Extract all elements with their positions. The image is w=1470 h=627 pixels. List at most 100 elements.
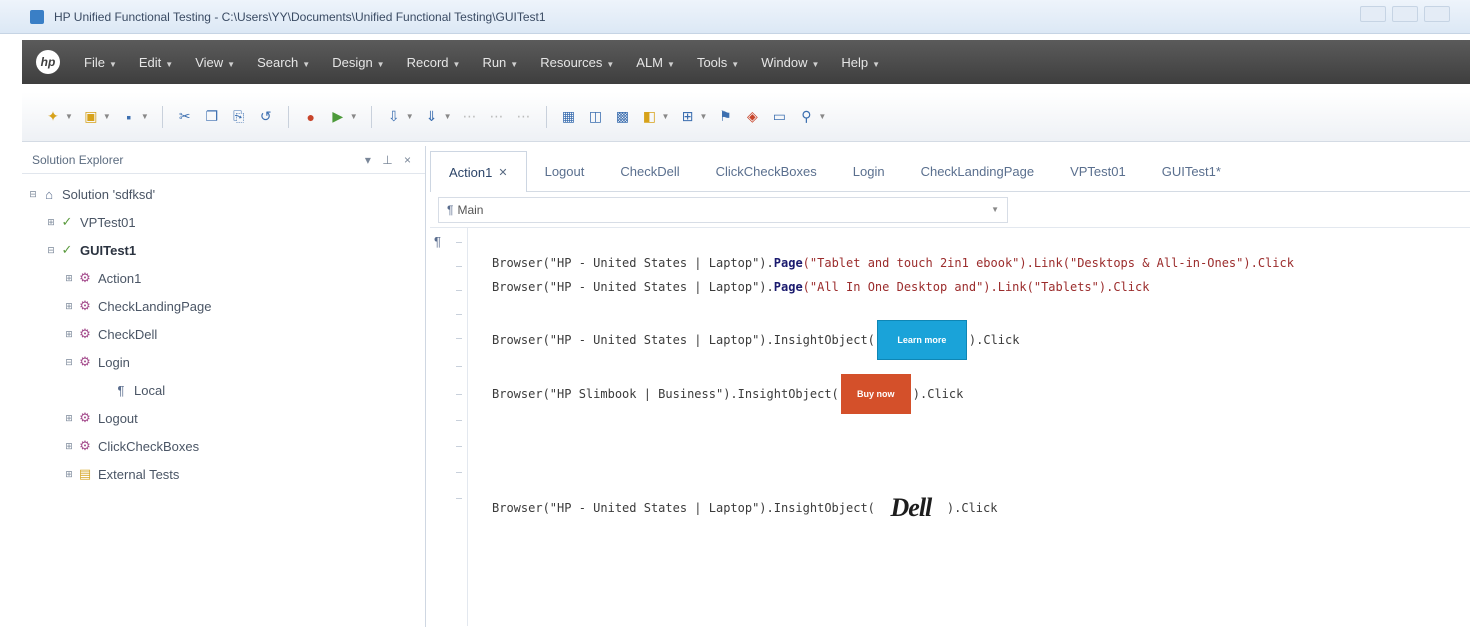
explorer-controls[interactable]: ▾ ⊥ × [365,153,415,167]
tab-clickcheckboxes[interactable]: ClickCheckBoxes [698,151,835,191]
tree-node-login[interactable]: ⊟ ⚙ Login [22,348,425,376]
output-value-icon[interactable]: ◧ [641,108,659,126]
active-screen-icon[interactable]: ◈ [743,108,761,126]
chevron-down-icon[interactable]: ▼ [65,112,73,121]
zoom-icon[interactable]: ⚲ [797,108,815,126]
cut-icon[interactable]: ✂ [176,108,194,126]
menu-file[interactable]: File ▼ [84,55,117,70]
step-over-icon[interactable]: ⇓ [423,108,441,126]
breakpoint-icon[interactable]: ⋯ [461,108,479,126]
menu-run[interactable]: Run ▼ [482,55,518,70]
collapse-icon[interactable]: ⊟ [26,189,40,200]
tab-label: Login [852,163,885,179]
tree-node-clickcheckboxes[interactable]: ⊞ ⚙ ClickCheckBoxes [22,432,425,460]
copy-icon[interactable]: ❐ [203,108,221,126]
code-editor[interactable]: ¶ Browser("HP - United States | Laptop")… [430,228,1470,626]
chevron-down-icon: ▼ [991,205,999,214]
close-window-button[interactable] [1424,6,1450,22]
menu-tools[interactable]: Tools ▼ [697,55,739,70]
tab-login[interactable]: Login [835,151,903,191]
tab-checklandingpage[interactable]: CheckLandingPage [903,151,1052,191]
open-folder-icon[interactable]: ▣ [82,108,100,126]
expand-icon[interactable]: ⊞ [62,469,76,480]
tree-node-logout[interactable]: ⊞ ⚙ Logout [22,404,425,432]
code-line-4[interactable]: Browser("HP Slimbook | Business").Insigh… [492,374,963,414]
chevron-down-icon[interactable]: ▼ [662,112,670,121]
minimize-button[interactable] [1360,6,1386,22]
record-icon[interactable]: ● [302,108,320,126]
chevron-down-icon[interactable]: ▼ [141,112,149,121]
code-text: Browser("HP - United States | Laptop"). [492,256,774,270]
menu-bar: hp File ▼ Edit ▼ View ▼ Search ▼ Design ▼ Rec… [22,40,1470,84]
tree-node-action1[interactable]: ⊞ ⚙ Action1 [22,264,425,292]
menu-view[interactable]: View ▼ [195,55,235,70]
chevron-down-icon: ▼ [302,59,311,69]
code-text: ).Click [968,333,1020,347]
tree-node-local[interactable]: ¶ Local [22,376,425,404]
tree-node-guitest1[interactable]: ⊟ ✓ GUITest1 [22,236,425,264]
tree-node-solution[interactable]: ⊟ ⌂ Solution 'sdfksd' [22,180,425,208]
chevron-down-icon[interactable]: ▼ [103,112,111,121]
chevron-down-icon: ▼ [606,59,615,69]
code-line-5[interactable]: Browser("HP - United States | Laptop").I… [492,488,997,528]
chevron-down-icon[interactable]: ▼ [444,112,452,121]
debug-icon[interactable]: ⋯ [488,108,506,126]
expand-icon[interactable]: ⊞ [62,329,76,340]
insight-image-learn-more[interactable]: Learn more [876,320,967,360]
document-icon[interactable]: ▭ [770,108,788,126]
debug-options-icon[interactable]: ⋯ [515,108,533,126]
tab-checkdell[interactable]: CheckDell [602,151,697,191]
insight-image-buy-now[interactable]: Buy now [840,374,911,414]
save-icon[interactable]: ▪ [120,108,138,126]
expand-icon[interactable]: ⊞ [62,413,76,424]
line-gutter: ¶ [430,228,468,626]
new-icon[interactable]: ✦ [44,108,62,126]
run-icon[interactable]: ▶ [329,108,347,126]
tree-node-checkdell[interactable]: ⊞ ⚙ CheckDell [22,320,425,348]
tree-node-checklandingpage[interactable]: ⊞ ⚙ CheckLandingPage [22,292,425,320]
chevron-down-icon: ▼ [811,59,820,69]
menu-edit[interactable]: Edit ▼ [139,55,173,70]
checkpoint-icon[interactable]: ▩ [614,108,632,126]
step-generator-icon[interactable]: ⊞ [678,108,696,126]
menu-window[interactable]: Window ▼ [761,55,819,70]
object-spy-icon[interactable]: ◫ [587,108,605,126]
code-line-2[interactable]: Browser("HP - United States | Laptop"). P… [492,280,1149,294]
expand-icon[interactable]: ⊞ [44,217,58,228]
code-line-1[interactable]: Browser("HP - United States | Laptop"). P… [492,256,1294,270]
collapse-icon[interactable]: ⊟ [62,357,76,368]
chevron-down-icon[interactable]: ▼ [406,112,414,121]
chevron-down-icon[interactable]: ▼ [699,112,707,121]
close-icon[interactable]: ✕ [498,166,507,179]
collapse-icon[interactable]: ⊟ [44,245,58,256]
tree-node-vptest01[interactable]: ⊞ ✓ VPTest01 [22,208,425,236]
menu-search[interactable]: Search ▼ [257,55,310,70]
object-repository-icon[interactable]: ▦ [560,108,578,126]
code-line-3[interactable]: Browser("HP - United States | Laptop").I… [492,320,1019,360]
expand-icon[interactable]: ⊞ [62,441,76,452]
chevron-down-icon[interactable]: ▼ [818,112,826,121]
chevron-down-icon: ▼ [667,59,675,69]
menu-record[interactable]: Record ▼ [407,55,461,70]
tab-action1[interactable]: Action1 ✕ [430,151,527,192]
line-marker [456,394,462,395]
action-location-dropdown[interactable]: ¶ Main ▼ [438,196,1008,223]
menu-resources-label: Resources [540,54,603,70]
menu-resources[interactable]: Resources ▼ [540,55,614,70]
tab-guitest1[interactable]: GUITest1* [1144,151,1239,191]
menu-alm[interactable]: ALM ▼ [636,55,675,70]
tab-logout[interactable]: Logout [527,151,603,191]
expand-icon[interactable]: ⊞ [62,301,76,312]
maximize-button[interactable] [1392,6,1418,22]
step-into-icon[interactable]: ⇩ [385,108,403,126]
expand-icon[interactable]: ⊞ [62,273,76,284]
menu-help[interactable]: Help ▼ [841,55,880,70]
undo-icon[interactable]: ↺ [257,108,275,126]
tab-vptest01[interactable]: VPTest01 [1052,151,1144,191]
paste-icon[interactable]: ⎘ [230,108,248,126]
chevron-down-icon[interactable]: ▼ [350,112,358,121]
insight-image-dell-logo[interactable]: Dell [877,488,945,528]
tree-node-external-tests[interactable]: ⊞ ▤ External Tests [22,460,425,488]
data-table-icon[interactable]: ⚑ [716,108,734,126]
menu-design[interactable]: Design ▼ [332,55,384,70]
